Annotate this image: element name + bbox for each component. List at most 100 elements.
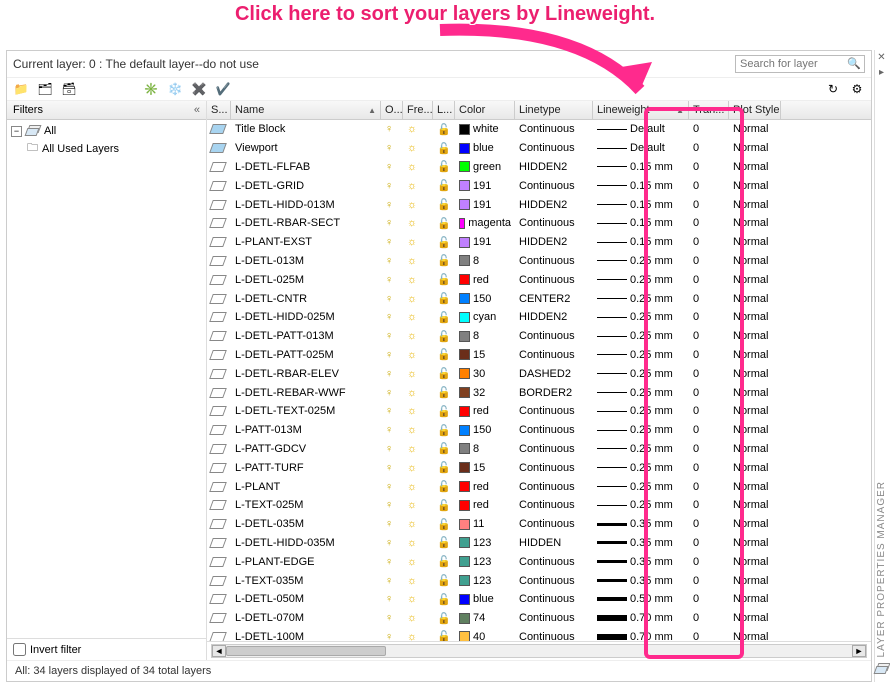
layer-lineweight[interactable]: 0.25 mm xyxy=(593,274,689,286)
layer-name[interactable]: L-DETL-050M xyxy=(231,593,381,605)
layer-name[interactable]: L-DETL-PATT-013M xyxy=(231,330,381,342)
sun-icon[interactable]: ☼ xyxy=(407,556,417,568)
layer-name[interactable]: L-DETL-HIDD-013M xyxy=(231,199,381,211)
layer-transparency[interactable]: 0 xyxy=(689,462,729,474)
lock-icon[interactable]: 🔓 xyxy=(437,236,451,249)
sun-icon[interactable]: ☼ xyxy=(407,537,417,549)
layer-color[interactable]: 11 xyxy=(455,518,515,530)
bulb-icon[interactable]: ♀ xyxy=(385,274,393,286)
layer-color[interactable]: 32 xyxy=(455,387,515,399)
layer-lineweight[interactable]: 0.35 mm xyxy=(593,556,689,568)
sun-icon[interactable]: ☼ xyxy=(407,311,417,323)
layer-transparency[interactable]: 0 xyxy=(689,123,729,135)
bulb-icon[interactable]: ♀ xyxy=(385,443,393,455)
layer-transparency[interactable]: 0 xyxy=(689,255,729,267)
layer-linetype[interactable]: Continuous xyxy=(515,612,593,624)
bulb-icon[interactable]: ♀ xyxy=(385,593,393,605)
table-row[interactable]: L-DETL-GRID♀☼🔓191Continuous0.15 mm0Norma… xyxy=(207,176,871,195)
layer-plotstyle[interactable]: Normal xyxy=(729,612,781,624)
layer-transparency[interactable]: 0 xyxy=(689,424,729,436)
lock-icon[interactable]: 🔓 xyxy=(437,198,451,211)
layer-name[interactable]: L-PLANT-EDGE xyxy=(231,556,381,568)
lock-icon[interactable]: 🔓 xyxy=(437,217,451,230)
layer-name[interactable]: L-DETL-RBAR-ELEV xyxy=(231,368,381,380)
sun-icon[interactable]: ☼ xyxy=(407,424,417,436)
bulb-icon[interactable]: ♀ xyxy=(385,424,393,436)
table-row[interactable]: L-DETL-REBAR-WWF♀☼🔓32BORDER20.25 mm0Norm… xyxy=(207,383,871,402)
lock-icon[interactable]: 🔓 xyxy=(437,179,451,192)
layer-plotstyle[interactable]: Normal xyxy=(729,462,781,474)
bulb-icon[interactable]: ♀ xyxy=(385,330,393,342)
layer-states-icon[interactable]: 🗃 xyxy=(61,81,77,97)
table-row[interactable]: L-DETL-PATT-013M♀☼🔓8Continuous0.25 mm0No… xyxy=(207,327,871,346)
col-freeze[interactable]: Fre... xyxy=(403,101,433,119)
layer-plotstyle[interactable]: Normal xyxy=(729,311,781,323)
lock-icon[interactable]: 🔓 xyxy=(437,612,451,625)
layer-name[interactable]: L-DETL-013M xyxy=(231,255,381,267)
scroll-right-icon[interactable]: ► xyxy=(852,645,866,657)
layer-transparency[interactable]: 0 xyxy=(689,518,729,530)
table-row[interactable]: L-DETL-035M♀☼🔓11Continuous0.35 mm0Normal xyxy=(207,515,871,534)
sun-icon[interactable]: ☼ xyxy=(407,575,417,587)
layer-name[interactable]: L-DETL-035M xyxy=(231,518,381,530)
layer-lineweight[interactable]: 0.35 mm xyxy=(593,537,689,549)
layer-lineweight[interactable]: 0.15 mm xyxy=(593,199,689,211)
table-row[interactable]: L-PLANT-EDGE♀☼🔓123Continuous0.35 mm0Norm… xyxy=(207,552,871,571)
table-row[interactable]: Title Block♀☼🔓whiteContinuousDefault0Nor… xyxy=(207,120,871,139)
table-row[interactable]: L-PATT-TURF♀☼🔓15Continuous0.25 mm0Normal xyxy=(207,458,871,477)
layer-color[interactable]: 8 xyxy=(455,330,515,342)
table-row[interactable]: L-DETL-070M♀☼🔓74Continuous0.70 mm0Normal xyxy=(207,609,871,628)
layer-color[interactable]: 8 xyxy=(455,255,515,267)
bulb-icon[interactable]: ♀ xyxy=(385,217,393,229)
layer-color[interactable]: 40 xyxy=(455,631,515,641)
bulb-icon[interactable]: ♀ xyxy=(385,180,393,192)
layer-plotstyle[interactable]: Normal xyxy=(729,537,781,549)
table-row[interactable]: L-DETL-050M♀☼🔓blueContinuous0.50 mm0Norm… xyxy=(207,590,871,609)
layer-lineweight[interactable]: 0.25 mm xyxy=(593,499,689,511)
sun-icon[interactable]: ☼ xyxy=(407,217,417,229)
bulb-icon[interactable]: ♀ xyxy=(385,631,393,641)
layer-plotstyle[interactable]: Normal xyxy=(729,368,781,380)
layer-color[interactable]: 15 xyxy=(455,349,515,361)
layer-transparency[interactable]: 0 xyxy=(689,161,729,173)
layer-transparency[interactable]: 0 xyxy=(689,593,729,605)
layer-plotstyle[interactable]: Normal xyxy=(729,217,781,229)
layer-lineweight[interactable]: 0.25 mm xyxy=(593,405,689,417)
layer-lineweight[interactable]: 0.25 mm xyxy=(593,387,689,399)
layer-lineweight[interactable]: Default xyxy=(593,142,689,154)
bulb-icon[interactable]: ♀ xyxy=(385,387,393,399)
layer-lineweight[interactable]: 0.25 mm xyxy=(593,424,689,436)
table-row[interactable]: L-DETL-100M♀☼🔓40Continuous0.70 mm0Normal xyxy=(207,628,871,641)
lock-icon[interactable]: 🔓 xyxy=(437,536,451,549)
table-row[interactable]: L-PATT-GDCV♀☼🔓8Continuous0.25 mm0Normal xyxy=(207,440,871,459)
layer-name[interactable]: Title Block xyxy=(231,123,381,135)
lock-icon[interactable]: 🔓 xyxy=(437,123,451,136)
layer-color[interactable]: blue xyxy=(455,593,515,605)
layer-plotstyle[interactable]: Normal xyxy=(729,499,781,511)
layer-color[interactable]: 191 xyxy=(455,236,515,248)
layer-plotstyle[interactable]: Normal xyxy=(729,274,781,286)
scroll-thumb[interactable] xyxy=(226,646,386,656)
layer-lineweight[interactable]: 0.25 mm xyxy=(593,462,689,474)
tree-item-used[interactable]: 🗀 All Used Layers xyxy=(27,138,202,159)
layer-linetype[interactable]: HIDDEN2 xyxy=(515,199,593,211)
col-lock[interactable]: L... xyxy=(433,101,455,119)
layer-color[interactable]: 123 xyxy=(455,575,515,587)
sun-icon[interactable]: ☼ xyxy=(407,330,417,342)
layer-lineweight[interactable]: 0.35 mm xyxy=(593,518,689,530)
layer-linetype[interactable]: Continuous xyxy=(515,481,593,493)
sun-icon[interactable]: ☼ xyxy=(407,255,417,267)
layer-linetype[interactable]: Continuous xyxy=(515,405,593,417)
sun-icon[interactable]: ☼ xyxy=(407,462,417,474)
layer-linetype[interactable]: Continuous xyxy=(515,349,593,361)
layer-lineweight[interactable]: 0.70 mm xyxy=(593,612,689,624)
layer-name[interactable]: L-DETL-HIDD-035M xyxy=(231,537,381,549)
bulb-icon[interactable]: ♀ xyxy=(385,556,393,568)
layer-transparency[interactable]: 0 xyxy=(689,405,729,417)
table-row[interactable]: L-TEXT-035M♀☼🔓123Continuous0.35 mm0Norma… xyxy=(207,571,871,590)
col-name[interactable]: Name▲ xyxy=(231,101,381,119)
table-row[interactable]: L-DETL-CNTR♀☼🔓150CENTER20.25 mm0Normal xyxy=(207,289,871,308)
sun-icon[interactable]: ☼ xyxy=(407,161,417,173)
lock-icon[interactable]: 🔓 xyxy=(437,555,451,568)
layer-linetype[interactable]: CENTER2 xyxy=(515,293,593,305)
